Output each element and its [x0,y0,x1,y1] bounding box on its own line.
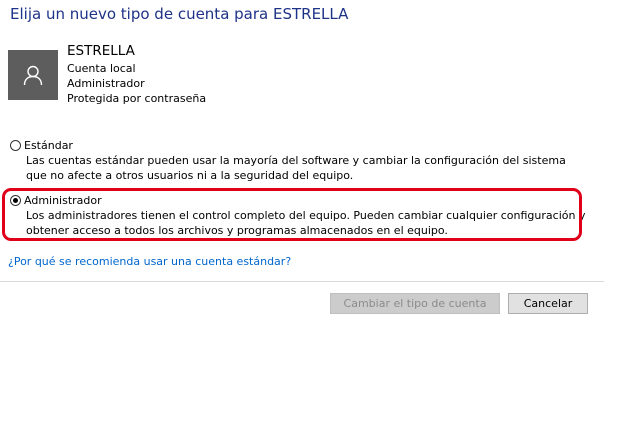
user-name: ESTRELLA [67,43,135,59]
why-standard-link[interactable]: ¿Por qué se recomienda usar una cuenta e… [8,255,291,268]
user-password-status: Protegida por contraseña [67,92,207,105]
user-icon [23,65,43,86]
user-info: ESTRELLA Cuenta local Administrador Prot… [67,44,206,106]
user-account-type: Cuenta local [67,62,136,75]
option-standard-label[interactable]: Estándar [24,139,73,152]
option-standard: Estándar Las cuentas estándar pueden usa… [10,138,586,183]
avatar [8,50,58,100]
cancel-button[interactable]: Cancelar [508,293,588,314]
highlight-box [2,188,582,241]
divider [0,281,604,282]
radio-standard[interactable] [10,140,21,151]
option-standard-description: Las cuentas estándar pueden usar la mayo… [26,154,566,182]
radio-standard-row[interactable]: Estándar [10,138,586,153]
page-title: Elija un nuevo tipo de cuenta para ESTRE… [10,5,349,23]
user-role: Administrador [67,77,145,90]
change-account-type-button[interactable]: Cambiar el tipo de cuenta [330,293,500,314]
